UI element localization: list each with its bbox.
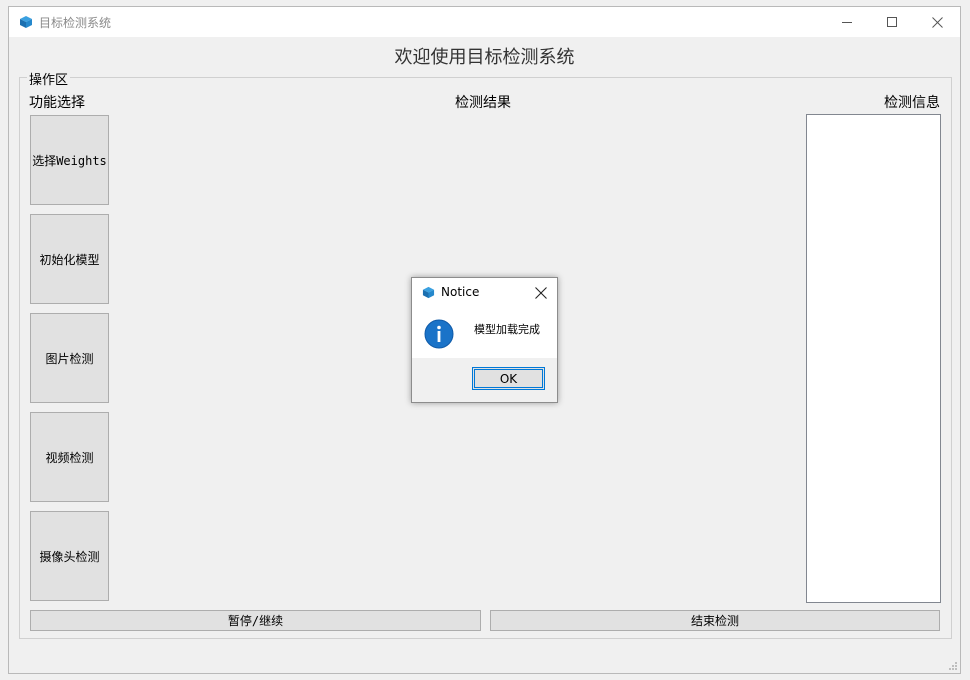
dialog-title: Notice	[441, 285, 480, 299]
groupbox-label: 操作区	[27, 69, 71, 88]
maximize-icon	[886, 16, 897, 27]
function-select-label: 功能选择	[29, 95, 85, 111]
minimize-icon	[841, 21, 852, 23]
page-title: 欢迎使用目标检测系统	[394, 47, 575, 68]
init-model-button[interactable]: 初始化模型	[30, 214, 109, 304]
dialog-message: 模型加载完成	[474, 323, 540, 336]
info-icon	[424, 319, 454, 349]
maximize-button[interactable]	[869, 7, 915, 37]
camera-detect-button[interactable]: 摄像头检测	[30, 511, 109, 601]
end-detection-button[interactable]: 结束检测	[490, 610, 940, 631]
minimize-button[interactable]	[824, 7, 870, 37]
close-icon	[931, 16, 943, 28]
title-bar[interactable]: 目标检测系统	[9, 7, 960, 37]
dialog-close-button[interactable]	[525, 278, 557, 308]
notice-dialog: Notice 模型加载完成 OK	[411, 277, 558, 403]
cube-icon	[422, 286, 435, 299]
window-title: 目标检测系统	[39, 16, 112, 30]
detection-info-label: 检测信息	[884, 95, 940, 111]
detection-info-textbox[interactable]	[806, 114, 941, 603]
resize-grip-icon[interactable]	[948, 661, 958, 671]
video-detect-button[interactable]: 视频检测	[30, 412, 109, 502]
cube-icon	[20, 16, 32, 28]
select-weights-button[interactable]: 选择Weights	[30, 115, 109, 205]
close-icon	[535, 287, 547, 299]
dialog-body: 模型加载完成	[412, 308, 557, 358]
close-button[interactable]	[914, 7, 960, 37]
ok-button[interactable]: OK	[472, 367, 545, 390]
pause-resume-button[interactable]: 暂停/继续	[30, 610, 481, 631]
detection-result-label: 检测结果	[455, 95, 511, 111]
dialog-title-bar[interactable]: Notice	[412, 278, 557, 308]
image-detect-button[interactable]: 图片检测	[30, 313, 109, 403]
